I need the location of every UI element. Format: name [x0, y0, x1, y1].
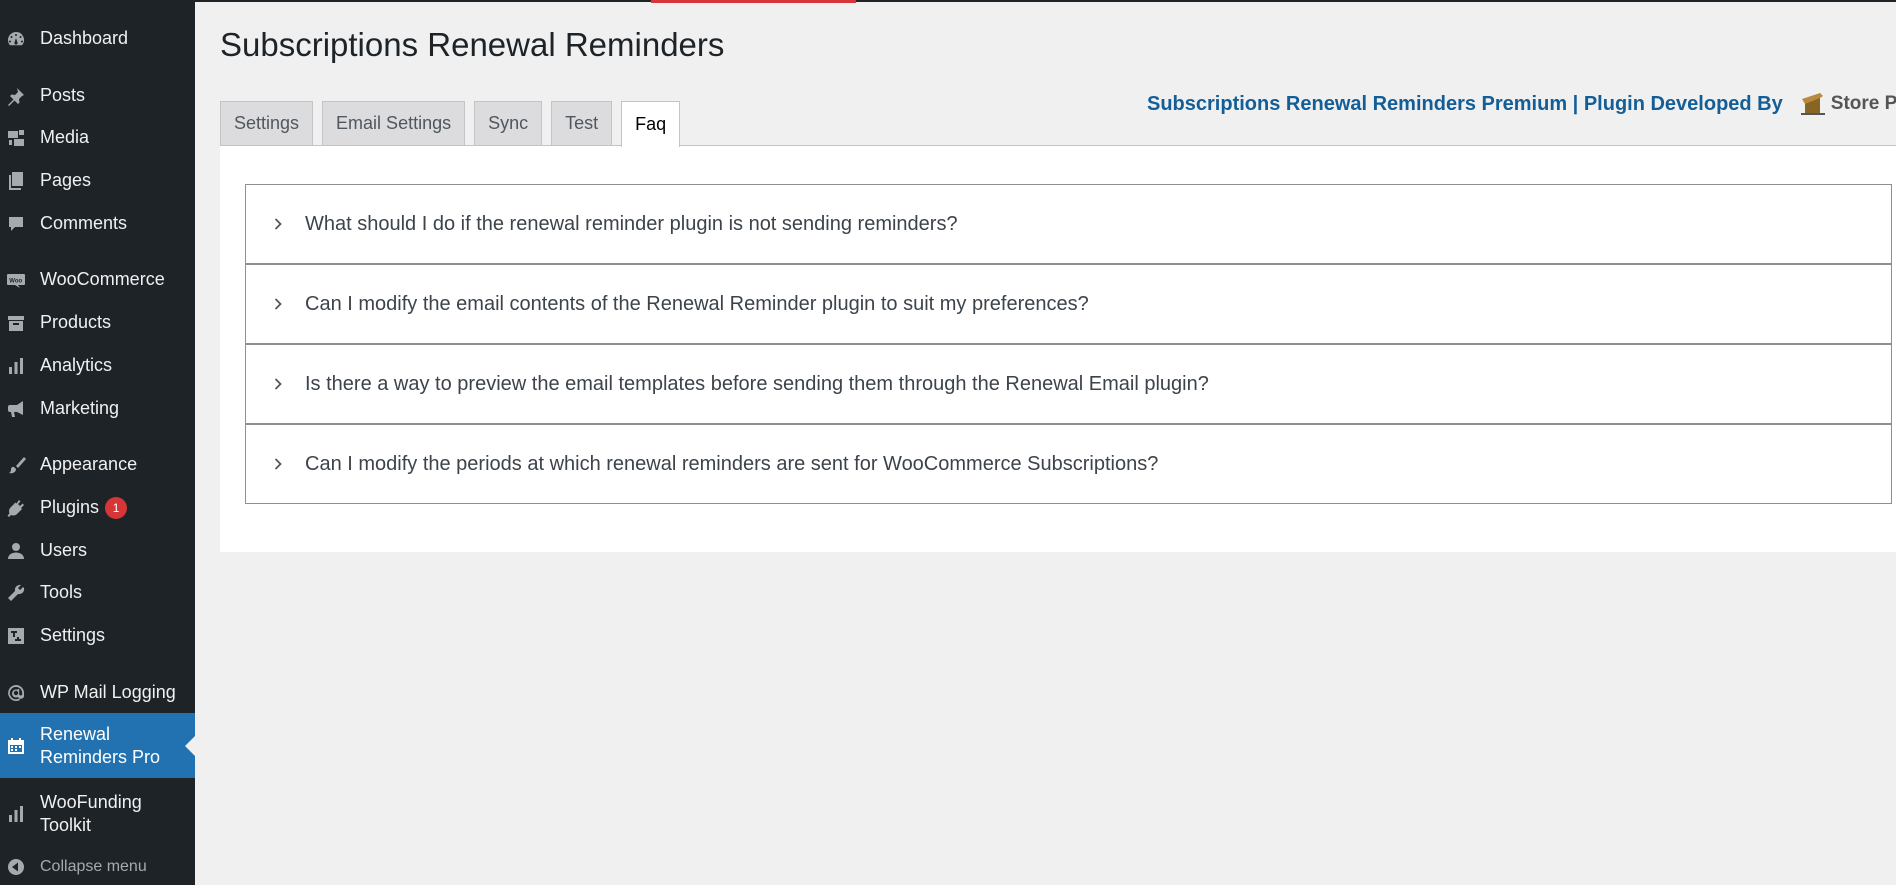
chevron-right-icon — [271, 297, 285, 311]
sidebar-item-comments[interactable]: Comments — [0, 211, 195, 236]
sidebar-item-label-line1: WooFunding — [40, 792, 142, 812]
sidebar-item-label: Posts — [40, 85, 86, 105]
collapse-arrow-icon — [6, 857, 26, 877]
sidebar-item-label: WooCommerce — [40, 269, 165, 289]
sidebar-item-label-line1: Renewal — [40, 723, 111, 744]
admin-bar-edge — [0, 0, 1896, 3]
calendar-icon — [6, 736, 26, 756]
chevron-right-icon — [271, 377, 285, 391]
tab-sync[interactable]: Sync — [474, 101, 543, 145]
chevron-right-icon — [271, 457, 285, 471]
sidebar-item-renewal-reminders-pro[interactable]: Renewal Reminders Pro — [0, 713, 195, 778]
sidebar-item-label: Media — [40, 127, 90, 147]
sidebar-item-woofunding-toolkit[interactable]: WooFunding Toolkit — [0, 790, 195, 838]
sidebar-item-tools[interactable]: Tools — [0, 580, 195, 605]
sidebar-item-appearance[interactable]: Appearance — [0, 452, 195, 477]
faq-question: What should I do if the renewal reminder… — [305, 212, 958, 235]
sidebar-item-label-line2: Reminders Pro — [40, 746, 161, 767]
sidebar-item-label: Comments — [40, 213, 128, 233]
sidebar-item-posts[interactable]: Posts — [0, 83, 195, 108]
media-icon — [6, 128, 26, 148]
woo-icon: Woo — [6, 270, 26, 290]
store-pro-logo-text: Store Pro — [1830, 93, 1896, 114]
sidebar-item-users[interactable]: Users — [0, 538, 195, 563]
user-icon — [6, 541, 26, 561]
bar-chart-icon — [6, 804, 26, 824]
megaphone-icon — [6, 399, 26, 419]
dashboard-icon — [6, 29, 26, 49]
paintbrush-icon — [6, 455, 26, 475]
sidebar-item-label: Analytics — [40, 355, 113, 375]
bar-chart-icon — [6, 356, 26, 376]
comment-icon — [6, 214, 26, 234]
store-pro-logo[interactable]: Store Pro — [1799, 91, 1896, 117]
sidebar-item-analytics[interactable]: Analytics — [0, 353, 195, 378]
tab-email-settings[interactable]: Email Settings — [322, 101, 466, 145]
admin-sidebar: Dashboard Posts Media Pages Comments Woo… — [0, 0, 195, 885]
tab-bar: Settings Email Settings Sync Test Faq — [220, 101, 689, 147]
store-pro-logo-icon — [1800, 93, 1825, 115]
collapse-menu-button[interactable]: Collapse menu — [0, 855, 195, 878]
tab-settings[interactable]: Settings — [220, 101, 314, 145]
sidebar-item-products[interactable]: Products — [0, 310, 195, 335]
sidebar-item-label: Pages — [40, 170, 92, 190]
faq-item[interactable]: Can I modify the periods at which renewa… — [245, 424, 1892, 504]
sidebar-item-label: Tools — [40, 582, 83, 602]
sidebar-item-label: WP Mail Logging — [40, 682, 176, 702]
faq-item[interactable]: Can I modify the email contents of the R… — [245, 264, 1892, 344]
chevron-right-icon — [271, 217, 285, 231]
faq-question: Can I modify the email contents of the R… — [305, 292, 1089, 315]
faq-question: Is there a way to preview the email temp… — [305, 372, 1209, 395]
sidebar-item-label: Plugins — [40, 497, 100, 517]
sidebar-item-wp-mail-logging[interactable]: WP Mail Logging — [0, 680, 195, 705]
sliders-icon — [6, 626, 26, 646]
faq-question: Can I modify the periods at which renewa… — [305, 452, 1159, 475]
plug-icon — [6, 498, 26, 518]
update-count-badge: 1 — [105, 496, 128, 519]
sidebar-item-pages[interactable]: Pages — [0, 168, 195, 193]
pages-icon — [6, 171, 26, 191]
sidebar-item-media[interactable]: Media — [0, 125, 195, 150]
premium-text: Subscriptions Renewal Reminders Premium … — [1147, 92, 1783, 115]
premium-banner: Subscriptions Renewal Reminders Premium … — [1147, 91, 1896, 117]
sidebar-item-label: Users — [40, 540, 88, 560]
sidebar-item-label-line2: Toolkit — [40, 815, 92, 835]
faq-item[interactable]: Is there a way to preview the email temp… — [245, 344, 1892, 424]
sidebar-item-label: Dashboard — [40, 28, 129, 48]
tab-faq[interactable]: Faq — [621, 101, 681, 147]
sidebar-item-plugins[interactable]: Plugins 1 — [0, 495, 195, 520]
at-icon — [6, 683, 26, 703]
faq-item[interactable]: What should I do if the renewal reminder… — [245, 184, 1892, 264]
sidebar-item-label: Appearance — [40, 454, 138, 474]
sidebar-item-settings[interactable]: Settings — [0, 623, 195, 648]
collapse-menu-label: Collapse menu — [40, 858, 147, 875]
sidebar-item-dashboard[interactable]: Dashboard — [0, 26, 195, 51]
sidebar-item-label: Products — [40, 312, 112, 332]
sidebar-item-label: Marketing — [40, 398, 120, 418]
archive-icon — [6, 313, 26, 333]
admin-bar-accent — [651, 0, 856, 3]
sidebar-item-label: Settings — [40, 625, 106, 645]
sidebar-item-marketing[interactable]: Marketing — [0, 396, 195, 421]
wrench-icon — [6, 583, 26, 603]
sidebar-item-woocommerce[interactable]: Woo WooCommerce — [0, 267, 195, 292]
tab-test[interactable]: Test — [551, 101, 613, 145]
svg-text:Woo: Woo — [9, 278, 22, 284]
page-title: Subscriptions Renewal Reminders — [220, 26, 725, 63]
pin-icon — [6, 86, 26, 106]
